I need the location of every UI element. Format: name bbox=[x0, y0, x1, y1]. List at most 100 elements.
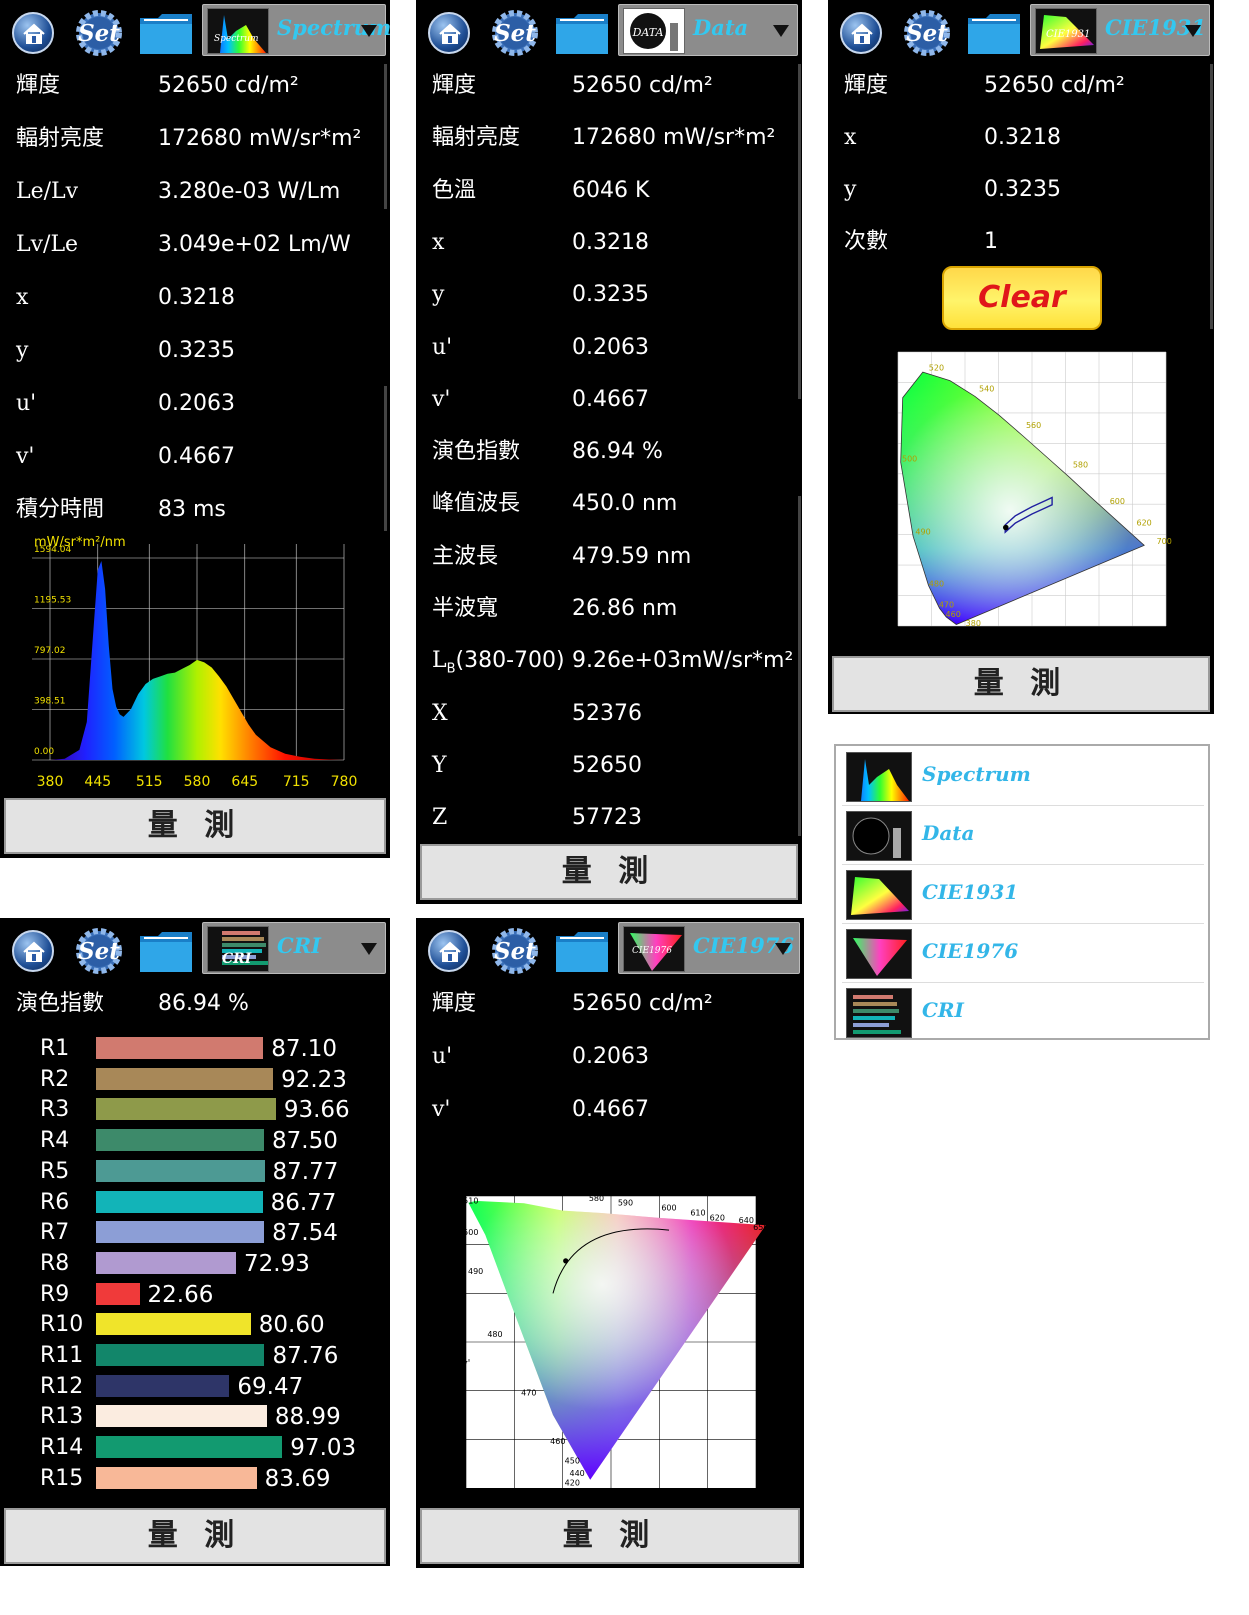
measurement-row: Y 52650 bbox=[432, 746, 802, 786]
folder-icon[interactable] bbox=[966, 10, 1022, 56]
measurement-row: Le/Lv 3.280e-03 W/Lm bbox=[16, 172, 386, 212]
toolbar: Set Spectrum Spectrum bbox=[2, 2, 391, 60]
x-tick-label: 780 bbox=[331, 774, 358, 790]
measurement-label: x bbox=[844, 125, 857, 150]
wavelength-label: 480 bbox=[487, 1330, 502, 1339]
cri-row: R15 83.69 bbox=[40, 1464, 380, 1494]
x-tick-label: 0.1 bbox=[924, 631, 938, 641]
measurement-value: 52650 cd/m² bbox=[158, 73, 299, 98]
cie1931-thumb-icon: CIE1931 bbox=[1035, 8, 1097, 54]
folder-icon[interactable] bbox=[138, 928, 194, 974]
toolbar: Set CIE1931 CIE1931 bbox=[830, 2, 1212, 60]
cie1976-panel: Set CIE1976 CIE1976 輝度 52650 cd/m² u' 0.206… bbox=[416, 918, 804, 1568]
home-icon[interactable] bbox=[428, 930, 470, 972]
y-tick-label: 0.6 bbox=[880, 439, 895, 449]
scrollbar[interactable] bbox=[384, 386, 387, 531]
menu-item-cie1976[interactable]: CIE1976 bbox=[842, 925, 1204, 983]
scrollbar[interactable] bbox=[1210, 64, 1213, 329]
menu-item-label: Data bbox=[922, 821, 975, 845]
set-label: Set bbox=[906, 20, 948, 47]
cie1976-thumb-icon bbox=[846, 929, 912, 979]
measure-button[interactable]: 量 測 bbox=[4, 1508, 386, 1564]
set-gear-button[interactable]: Set bbox=[72, 6, 126, 60]
measurement-value: 52650 cd/m² bbox=[572, 73, 713, 98]
menu-item-cie1931[interactable]: CIE1931 bbox=[842, 866, 1204, 924]
menu-item-data[interactable]: Data bbox=[842, 807, 1204, 865]
measurement-label: Lv/Le bbox=[16, 232, 79, 257]
measurement-row: u' 0.2063 bbox=[16, 384, 386, 424]
view-selector[interactable]: CIE1931 CIE1931 bbox=[1030, 4, 1210, 56]
measurement-row: 演色指數 86.94 % bbox=[432, 432, 802, 472]
set-gear-button[interactable]: Set bbox=[488, 6, 542, 60]
view-selector[interactable]: Spectrum Spectrum bbox=[202, 4, 391, 56]
menu-item-cri[interactable]: CRI bbox=[842, 984, 1204, 1042]
set-gear-button[interactable]: Set bbox=[488, 924, 542, 978]
home-icon[interactable] bbox=[840, 12, 882, 54]
cie1931-chart: 0.0 0.1 0.2 0.3 0.4 0.5 0.6 0.7 0.8 0.0 0.1 0.2 0.3 0… bbox=[875, 348, 1173, 651]
set-label: Set bbox=[78, 20, 120, 47]
scrollbar[interactable] bbox=[798, 496, 801, 836]
folder-icon[interactable] bbox=[554, 928, 610, 974]
x-tick-label: 515 bbox=[136, 774, 163, 790]
y-tick-label: 0.5 bbox=[450, 1241, 465, 1251]
measure-button[interactable]: 量 測 bbox=[832, 656, 1210, 712]
wavelength-label: 460 bbox=[946, 610, 961, 619]
y-tick-label: 0.8 bbox=[880, 378, 895, 388]
measurement-value: 6046 K bbox=[572, 177, 650, 203]
set-gear-button[interactable]: Set bbox=[900, 6, 954, 60]
cri-value-label: 80.60 bbox=[258, 1312, 325, 1339]
measurement-label: y bbox=[16, 338, 29, 363]
cri-value-label: 87.76 bbox=[272, 1343, 339, 1369]
y-tick-label: 0.1 bbox=[880, 592, 894, 602]
cri-value-label: 83.69 bbox=[264, 1465, 331, 1492]
toolbar: Set CRI CRI bbox=[2, 920, 388, 978]
wavelength-label: 570 bbox=[570, 1189, 585, 1198]
home-icon[interactable] bbox=[428, 12, 470, 54]
x-tick-label: 0.2 bbox=[958, 631, 972, 641]
cri-value-label: 97.03 bbox=[290, 1435, 357, 1462]
ra-row: 演色指數 86.94 % bbox=[16, 984, 386, 1024]
y-axis-label: v' bbox=[461, 1358, 470, 1369]
wavelength-label: 470 bbox=[939, 601, 954, 610]
svg-text:DATA: DATA bbox=[632, 26, 664, 39]
wavelength-label: 580 bbox=[1073, 461, 1088, 470]
x-tick-label: 715 bbox=[283, 774, 310, 790]
view-selector[interactable]: CIE1976 CIE1976 bbox=[618, 922, 800, 974]
folder-icon[interactable] bbox=[138, 10, 194, 56]
wavelength-label: 450 bbox=[565, 1457, 580, 1466]
menu-item-spectrum[interactable]: Spectrum bbox=[842, 748, 1204, 806]
measurement-label: y bbox=[432, 282, 445, 308]
cri-row: R12 69.47 bbox=[40, 1372, 380, 1402]
wavelength-label: 600 bbox=[661, 1204, 676, 1213]
cri-bar bbox=[96, 1466, 257, 1489]
home-icon[interactable] bbox=[12, 930, 54, 972]
measure-button[interactable]: 量 測 bbox=[420, 1508, 800, 1564]
set-label: Set bbox=[78, 938, 120, 965]
measurement-row: 色溫 6046 K bbox=[432, 171, 802, 211]
clear-button[interactable]: Clear bbox=[942, 266, 1102, 330]
x-tick-label: 0.0 bbox=[891, 631, 906, 641]
measurement-value: 52650 cd/m² bbox=[572, 991, 713, 1016]
measurement-label: Y bbox=[432, 752, 447, 778]
measurement-label: u' bbox=[432, 1044, 453, 1069]
measurement-value: 0.2063 bbox=[158, 391, 235, 416]
folder-icon[interactable] bbox=[554, 10, 610, 56]
x-tick-label: 0.3 bbox=[991, 631, 1006, 641]
y-tick-label: 0.3 bbox=[880, 531, 895, 541]
wavelength-label: 560 bbox=[1026, 421, 1041, 430]
scrollbar[interactable] bbox=[384, 64, 387, 209]
scrollbar[interactable] bbox=[798, 64, 801, 399]
cri-panel: Set CRI CRI 演色指數 86.94 % R1 87.10 R2 92.23 R… bbox=[0, 918, 390, 1566]
measurement-label: v' bbox=[432, 1097, 451, 1122]
view-selector-label: Data bbox=[693, 15, 749, 40]
svg-text:CIE1931: CIE1931 bbox=[1046, 29, 1090, 40]
set-gear-button[interactable]: Set bbox=[72, 924, 126, 978]
measurement-row: x 0.3218 bbox=[844, 118, 1214, 158]
measure-button[interactable]: 量 測 bbox=[420, 844, 798, 900]
view-selector[interactable]: CRI CRI bbox=[202, 922, 386, 974]
spectrum-panel: Set Spectrum Spectrum 輝度 52650 cd/m² 輻射亮度 1… bbox=[0, 0, 391, 858]
home-icon[interactable] bbox=[12, 12, 54, 54]
x-tick-label: 0.4 bbox=[652, 1495, 667, 1505]
view-selector[interactable]: DATA Data bbox=[618, 4, 798, 56]
measure-button[interactable]: 量 測 bbox=[4, 798, 386, 854]
